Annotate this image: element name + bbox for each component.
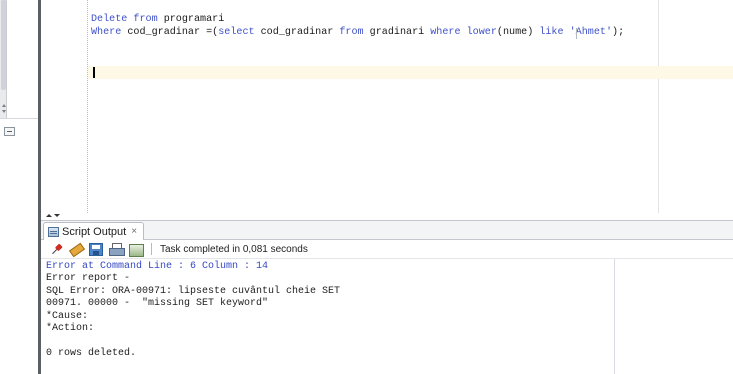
eraser-icon[interactable] [69,243,83,256]
code-line[interactable]: Where cod_gradinar =(select cod_gradinar… [91,26,624,39]
sql-token: cod_gradinar =( [121,27,219,38]
print-icon[interactable] [109,242,125,256]
sql-keyword: like [539,27,564,38]
sql-keyword: from [133,14,158,25]
save-icon[interactable] [89,242,103,256]
sql-keyword: Delete [91,14,134,25]
sql-keyword: Where [91,27,122,38]
task-status-text: Task completed in 0,081 seconds [160,243,308,255]
current-line-highlight [88,66,733,79]
output-tabbar: Script Output × [41,221,733,240]
sql-keyword: from [339,27,364,38]
script-output-icon [48,226,59,237]
collapse-icon[interactable] [4,127,15,136]
splitter-up-arrow-icon[interactable] [46,214,52,217]
scroll-down-arrow-icon[interactable] [2,110,6,113]
tab-close-icon[interactable]: × [131,226,137,237]
navigator-panel [0,0,40,374]
output-log: Error at Command Line : 6 Column : 14 Err… [46,261,340,360]
toolbar-separator [151,243,152,255]
output-line: *Action: [46,323,95,335]
tab-script-output[interactable]: Script Output × [43,222,145,240]
sql-token: (nume) [496,27,540,38]
navigator-scrollbar[interactable] [0,0,7,118]
panel-splitter[interactable] [41,213,733,221]
sql-token: programari [157,14,225,25]
output-line: *Cause: [46,310,89,322]
output-column-divider [614,259,615,374]
clear-icon[interactable] [129,243,144,257]
output-line: 00971. 00000 - "missing SET keyword" [46,298,269,310]
output-toolbar: Task completed in 0,081 seconds [41,240,733,259]
sql-token: gradinari [363,27,431,38]
code-line[interactable]: Delete from programari [91,13,624,26]
tab-label: Script Output [62,225,127,238]
output-line: Error report - [46,273,131,285]
splitter-down-arrow-icon[interactable] [54,214,60,217]
sql-code[interactable]: Delete from programari Where cod_gradinar… [91,13,624,39]
sql-keyword: where [430,27,461,38]
sql-worksheet-editor[interactable]: Delete from programari Where cod_gradinar… [41,0,733,213]
output-line: Error at Command Line : 6 Column : 14 [46,261,269,272]
sql-token: ); [612,27,625,38]
scrollbar-thumb[interactable] [1,0,6,90]
gutter-separator [87,0,88,213]
sql-string: ' [563,27,576,38]
output-line: SQL Error: ORA-00971: lipseste cuvântul … [46,285,341,297]
script-output-area[interactable]: Error at Command Line : 6 Column : 14 Err… [41,259,733,374]
pin-icon[interactable] [46,239,65,258]
sql-token: cod_gradinar [254,27,340,38]
text-caret [93,67,95,78]
output-line: 0 rows deleted. [46,347,137,359]
sql-keyword: lower [466,27,497,38]
navigator-divider [0,118,40,119]
right-margin-guide [658,0,659,213]
sql-string: Ahmet' [575,27,613,38]
sql-keyword: select [218,27,255,38]
scroll-up-arrow-icon[interactable] [2,104,6,107]
